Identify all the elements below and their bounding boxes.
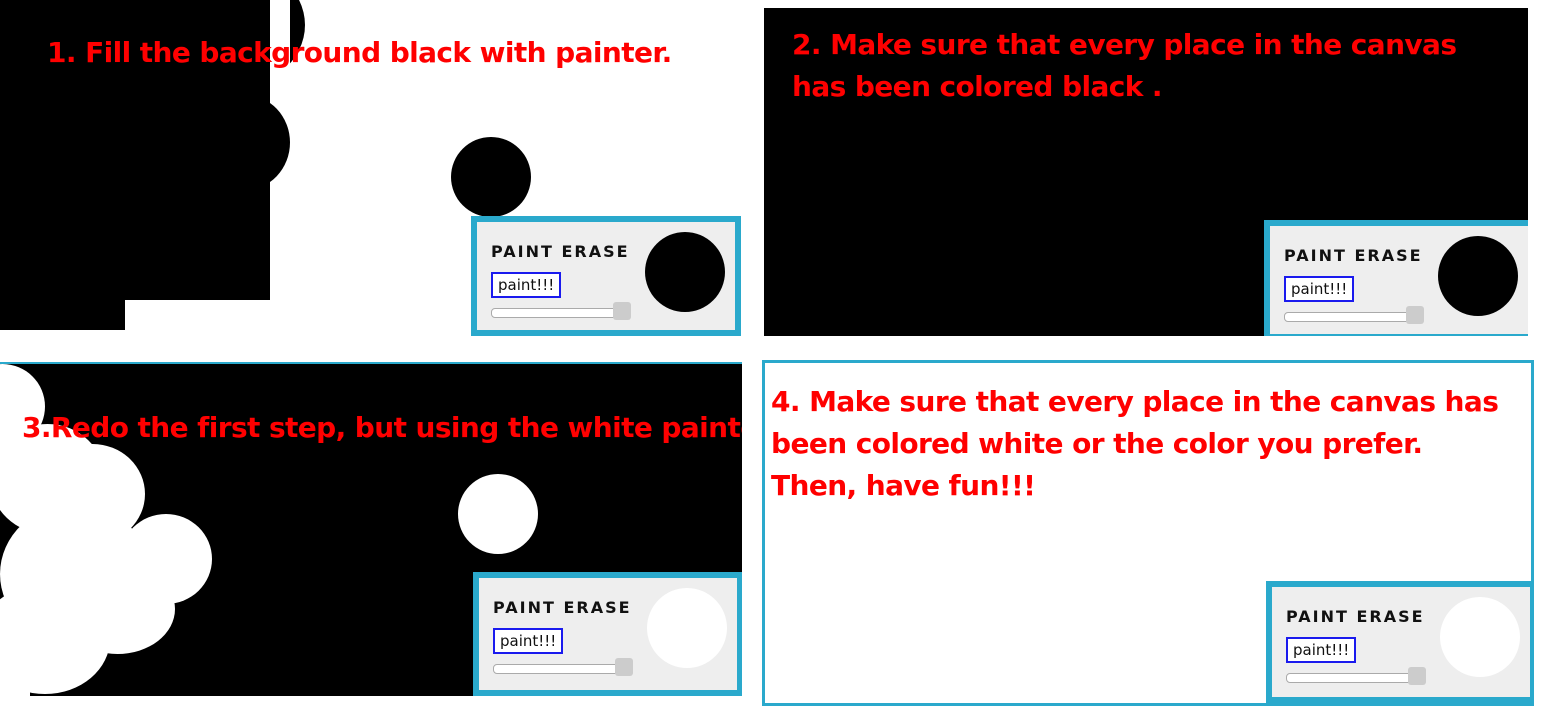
paint-control-panel: PAINT ERASE paint!!!: [473, 572, 742, 696]
control-title: PAINT ERASE: [1286, 607, 1425, 626]
painted-area: [0, 634, 30, 696]
canvas-step-3[interactable]: 3.Redo the first step, but using the whi…: [0, 362, 742, 696]
control-panel-body: PAINT ERASE paint!!!: [479, 578, 737, 690]
instruction-step-3: 3.Redo the first step, but using the whi…: [22, 411, 742, 444]
brush-size-slider[interactable]: [1286, 673, 1426, 683]
brush-color-preview[interactable]: [1438, 236, 1518, 316]
instruction-step-1: 1. Fill the background black with painte…: [47, 36, 672, 69]
brush-stroke: [60, 564, 175, 654]
paint-control-panel: PAINT ERASE paint!!!: [471, 216, 741, 336]
brush-size-slider[interactable]: [491, 308, 631, 318]
control-title: PAINT ERASE: [1284, 246, 1423, 265]
unpainted-area: [125, 300, 275, 338]
canvas-step-2[interactable]: 2. Make sure that every place in the can…: [764, 8, 1528, 336]
brush-size-slider[interactable]: [493, 664, 633, 674]
canvas-step-1[interactable]: 1. Fill the background black with painte…: [0, 0, 742, 338]
control-panel-body: PAINT ERASE paint!!!: [477, 222, 735, 330]
brush-color-preview[interactable]: [647, 588, 727, 668]
brush-cursor: [458, 474, 538, 554]
control-title: PAINT ERASE: [491, 242, 630, 261]
paint-control-panel: PAINT ERASE paint!!!: [1264, 220, 1528, 336]
control-title: PAINT ERASE: [493, 598, 632, 617]
slider-thumb[interactable]: [615, 658, 633, 676]
brush-size-slider[interactable]: [1284, 312, 1424, 322]
brush-color-preview[interactable]: [645, 232, 725, 312]
paint-mode-button[interactable]: paint!!!: [1284, 276, 1355, 302]
instruction-step-2: 2. Make sure that every place in the can…: [792, 28, 1457, 103]
brush-stroke: [60, 260, 125, 330]
paint-mode-button[interactable]: paint!!!: [493, 628, 564, 654]
brush-color-preview[interactable]: [1440, 597, 1520, 677]
slider-thumb[interactable]: [1408, 667, 1426, 685]
control-panel-body: PAINT ERASE paint!!!: [1270, 226, 1528, 334]
paint-mode-button[interactable]: paint!!!: [1286, 637, 1357, 663]
canvas-step-4[interactable]: 4. Make sure that every place in the can…: [762, 360, 1534, 706]
slider-thumb[interactable]: [613, 302, 631, 320]
slider-thumb[interactable]: [1406, 306, 1424, 324]
paint-mode-button[interactable]: paint!!!: [491, 272, 562, 298]
brush-stroke: [150, 130, 235, 212]
control-panel-body: PAINT ERASE paint!!!: [1272, 587, 1530, 697]
instruction-step-4: 4. Make sure that every place in the can…: [771, 385, 1499, 502]
paint-control-panel: PAINT ERASE paint!!!: [1266, 581, 1531, 703]
brush-cursor: [451, 137, 531, 217]
